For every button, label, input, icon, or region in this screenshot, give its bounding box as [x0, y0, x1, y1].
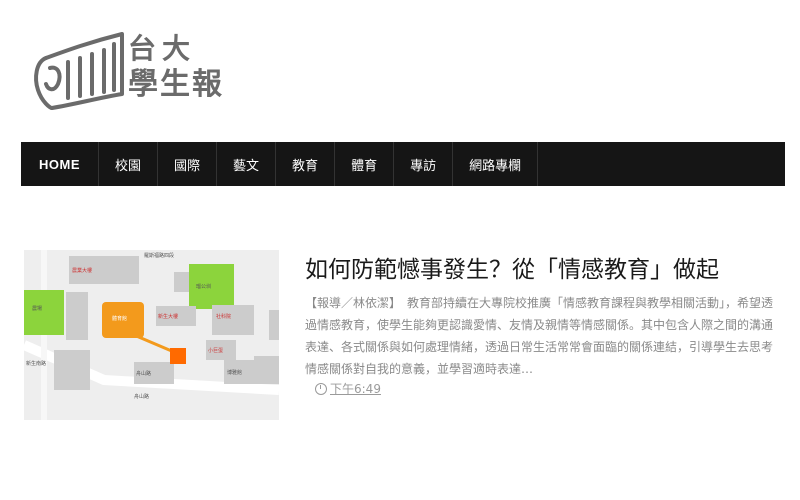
- site-name-line2: 學生報: [128, 67, 224, 102]
- nav-item-education[interactable]: 教育: [276, 142, 336, 186]
- site-name: 台大 學生報: [128, 32, 224, 104]
- article-excerpt: 【報導／林依潔】 教育部持續在大專院校推廣「情感教育課程與教學相關活動」，希望透…: [305, 296, 774, 376]
- map-label-agri: 農業大樓: [72, 267, 92, 274]
- map-road-top: 羅斯福路四段: [144, 252, 174, 259]
- nav-item-sports[interactable]: 體育: [335, 142, 395, 186]
- main-nav: HOME 校園 國際 藝文 教育 體育 專訪 網路專欄: [21, 142, 785, 186]
- nav-item-arts[interactable]: 藝文: [217, 142, 277, 186]
- nav-item-international[interactable]: 國際: [158, 142, 218, 186]
- map-label-boya: 博雅館: [227, 369, 242, 376]
- site-logo[interactable]: 台大 學生報: [28, 28, 248, 118]
- article-title[interactable]: 如何防範憾事發生？從「情感教育」做起: [305, 253, 785, 287]
- site-name-line1: 台大: [128, 32, 197, 65]
- article-meta: 下午6:49: [315, 380, 381, 397]
- nav-item-home[interactable]: HOME: [21, 142, 99, 186]
- nav-item-web-column[interactable]: 網路專欄: [453, 142, 539, 186]
- newspaper-icon: [34, 32, 124, 110]
- nav-item-interview[interactable]: 專訪: [394, 142, 454, 186]
- map-label-gym: 體育館: [112, 315, 127, 322]
- article-time[interactable]: 下午6:49: [330, 380, 381, 397]
- map-label-xinsheng-road: 新生南路: [26, 360, 46, 367]
- nav-item-campus[interactable]: 校園: [99, 142, 159, 186]
- map-label-zhoushan-2: 舟山路: [136, 370, 151, 377]
- map-road-zhoushan: 舟山路: [134, 393, 149, 400]
- clock-icon: [315, 382, 327, 395]
- map-label-ruigong: 瑠公圳: [196, 283, 211, 290]
- map-label-xinsheng: 新生大樓: [158, 313, 178, 320]
- campus-map-image: 羅斯福路四段 舟山路 農場 瑠公圳 農業大樓 新生大樓 小巨蛋 體育館 舟山路 …: [24, 250, 279, 420]
- map-label-farm: 農場: [32, 305, 42, 312]
- map-marker: [170, 348, 186, 364]
- map-label-social: 社科院: [216, 313, 231, 320]
- article-thumbnail[interactable]: 羅斯福路四段 舟山路 農場 瑠公圳 農業大樓 新生大樓 小巨蛋 體育館 舟山路 …: [24, 250, 279, 420]
- map-label-small-dome: 小巨蛋: [208, 347, 223, 354]
